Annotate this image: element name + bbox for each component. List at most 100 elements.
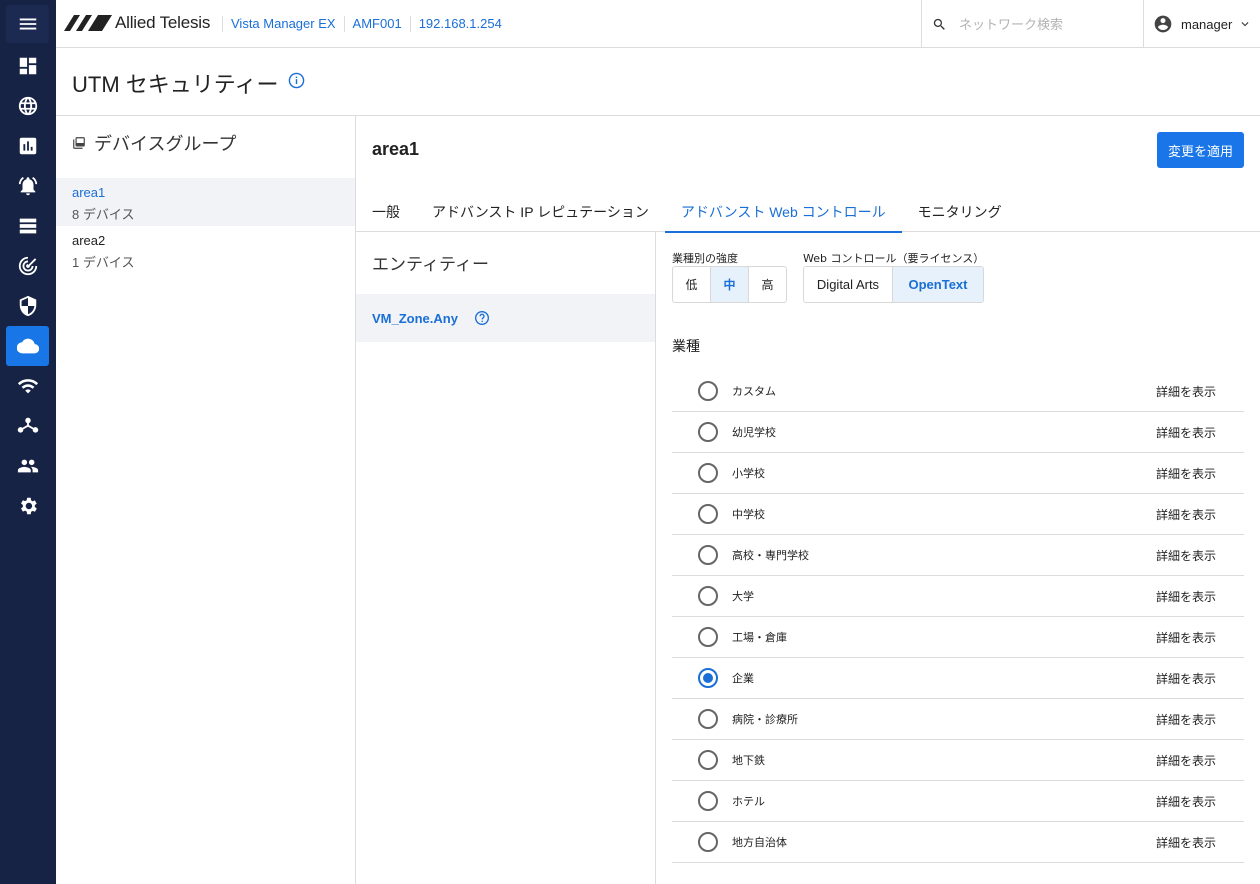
nav-wireless[interactable] (6, 366, 49, 406)
industry-radio[interactable] (698, 504, 718, 524)
breadcrumb-area[interactable]: AMF001 (343, 16, 410, 32)
industry-radio[interactable] (698, 381, 718, 401)
industry-row[interactable]: 企業 詳細を表示 (672, 658, 1244, 699)
industry-name: 企業 (732, 672, 754, 685)
industry-radio[interactable] (698, 422, 718, 442)
show-details-link[interactable]: 詳細を表示 (1156, 424, 1216, 441)
info-icon[interactable] (288, 72, 305, 89)
nav-users[interactable] (6, 446, 49, 486)
tab-bar: 一般 アドバンスト IP レピュテーション アドバンスト Web コントロール … (356, 192, 1260, 233)
provider-option-digital-arts[interactable]: Digital Arts (804, 267, 893, 302)
show-details-link[interactable]: 詳細を表示 (1156, 465, 1216, 482)
entity-panel: エンティティー VM_Zone.Any (356, 232, 656, 884)
breadcrumb-address[interactable]: 192.168.1.254 (409, 16, 510, 32)
apply-changes-button[interactable]: 変更を適用 (1157, 132, 1244, 168)
industry-radio[interactable] (698, 750, 718, 770)
show-details-link[interactable]: 詳細を表示 (1156, 752, 1216, 769)
strength-option-high[interactable]: 高 (749, 267, 786, 302)
tab-general[interactable]: 一般 (356, 192, 416, 232)
industry-radio[interactable] (698, 832, 718, 852)
industry-row[interactable]: カスタム 詳細を表示 (672, 371, 1244, 412)
nav-rail (0, 0, 56, 884)
industry-name: カスタム (732, 385, 776, 398)
industry-name: 小学校 (732, 467, 765, 480)
industry-row[interactable]: 工場・倉庫 詳細を表示 (672, 617, 1244, 658)
industry-heading: 業種 (672, 339, 700, 355)
nav-radar[interactable] (6, 246, 49, 286)
industry-radio[interactable] (698, 627, 718, 647)
breadcrumb-product[interactable]: Vista Manager EX (222, 16, 344, 32)
wifi-icon (17, 379, 38, 394)
industry-radio[interactable] (698, 545, 718, 565)
brand-name: Allied Telesis (115, 13, 211, 32)
industry-row[interactable]: 病院・診療所 詳細を表示 (672, 699, 1244, 740)
industry-row[interactable]: 大学 詳細を表示 (672, 576, 1244, 617)
nav-security[interactable] (6, 286, 49, 326)
entity-heading: エンティティー (372, 255, 489, 274)
industry-name: 工場・倉庫 (732, 631, 787, 644)
strength-option-low[interactable]: 低 (673, 267, 711, 302)
industry-row[interactable]: 地方自治体 詳細を表示 (672, 822, 1244, 863)
topology-icon (17, 417, 38, 433)
industry-row[interactable]: 中学校 詳細を表示 (672, 494, 1244, 535)
nav-alarms[interactable] (6, 166, 49, 206)
industry-list: カスタム 詳細を表示 幼児学校 詳細を表示 小学校 詳細を表示 中学校 詳細を表… (672, 371, 1244, 863)
globe-icon (18, 96, 37, 116)
show-details-link[interactable]: 詳細を表示 (1156, 670, 1216, 687)
show-details-link[interactable]: 詳細を表示 (1156, 547, 1216, 564)
strength-option-medium[interactable]: 中 (711, 267, 749, 302)
provider-option-opentext[interactable]: OpenText (893, 267, 983, 302)
menu-button[interactable] (6, 5, 49, 43)
nav-settings[interactable] (6, 486, 49, 526)
tab-advanced-web-control[interactable]: アドバンスト Web コントロール (664, 192, 902, 233)
user-menu[interactable]: manager (1143, 0, 1260, 48)
nav-list[interactable] (6, 206, 49, 246)
main-panel: area1 変更を適用 一般 アドバンスト IP レピュテーション アドバンスト… (356, 116, 1260, 884)
entity-item[interactable]: VM_Zone.Any (356, 294, 655, 342)
entity-name: VM_Zone.Any (372, 310, 458, 326)
strength-selector: 低 中 高 (672, 266, 787, 303)
device-group-item-area1[interactable]: area1 8 デバイス (56, 178, 355, 226)
show-details-link[interactable]: 詳細を表示 (1156, 588, 1216, 605)
industry-radio[interactable] (698, 668, 718, 688)
device-group-count: 8 デバイス (72, 207, 135, 222)
device-group-icon (73, 137, 85, 149)
nav-topology[interactable] (6, 406, 49, 446)
dashboard-icon (19, 57, 36, 75)
device-group-count: 1 デバイス (72, 255, 135, 270)
show-details-link[interactable]: 詳細を表示 (1156, 834, 1216, 851)
chevron-down-icon (1241, 22, 1249, 27)
industry-radio[interactable] (698, 463, 718, 483)
industry-row[interactable]: 幼児学校 詳細を表示 (672, 412, 1244, 453)
show-details-link[interactable]: 詳細を表示 (1156, 506, 1216, 523)
nav-globe[interactable] (6, 86, 49, 126)
show-details-link[interactable]: 詳細を表示 (1156, 711, 1216, 728)
tab-monitoring[interactable]: モニタリング (902, 192, 1018, 232)
industry-row[interactable]: 地下鉄 詳細を表示 (672, 740, 1244, 781)
help-icon[interactable] (474, 310, 490, 326)
account-icon (1154, 15, 1172, 33)
industry-radio[interactable] (698, 586, 718, 606)
menu-icon (19, 18, 36, 30)
nav-utm-security[interactable] (6, 326, 49, 366)
show-details-link[interactable]: 詳細を表示 (1156, 793, 1216, 810)
cloud-icon (16, 338, 39, 354)
search-input[interactable] (959, 16, 1129, 32)
industry-row[interactable]: 小学校 詳細を表示 (672, 453, 1244, 494)
top-bar: Allied Telesis Vista Manager EX AMF001 1… (56, 0, 1260, 48)
show-details-link[interactable]: 詳細を表示 (1156, 383, 1216, 400)
industry-radio[interactable] (698, 791, 718, 811)
web-control-label: Web コントロール（要ライセンス） (803, 252, 985, 265)
device-group-item-area2[interactable]: area2 1 デバイス (56, 226, 355, 274)
breadcrumb: Vista Manager EX AMF001 192.168.1.254 (222, 0, 510, 48)
device-group-name: area1 (72, 185, 106, 200)
nav-reports[interactable] (6, 126, 49, 166)
industry-row[interactable]: 高校・専門学校 詳細を表示 (672, 535, 1244, 576)
tab-advanced-ip-reputation[interactable]: アドバンスト IP レピュテーション (416, 192, 665, 232)
nav-dashboard[interactable] (6, 46, 49, 86)
show-details-link[interactable]: 詳細を表示 (1156, 629, 1216, 646)
industry-row[interactable]: ホテル 詳細を表示 (672, 781, 1244, 822)
search-icon (933, 18, 945, 30)
industry-radio[interactable] (698, 709, 718, 729)
brand-logo[interactable]: Allied Telesis (64, 10, 210, 36)
